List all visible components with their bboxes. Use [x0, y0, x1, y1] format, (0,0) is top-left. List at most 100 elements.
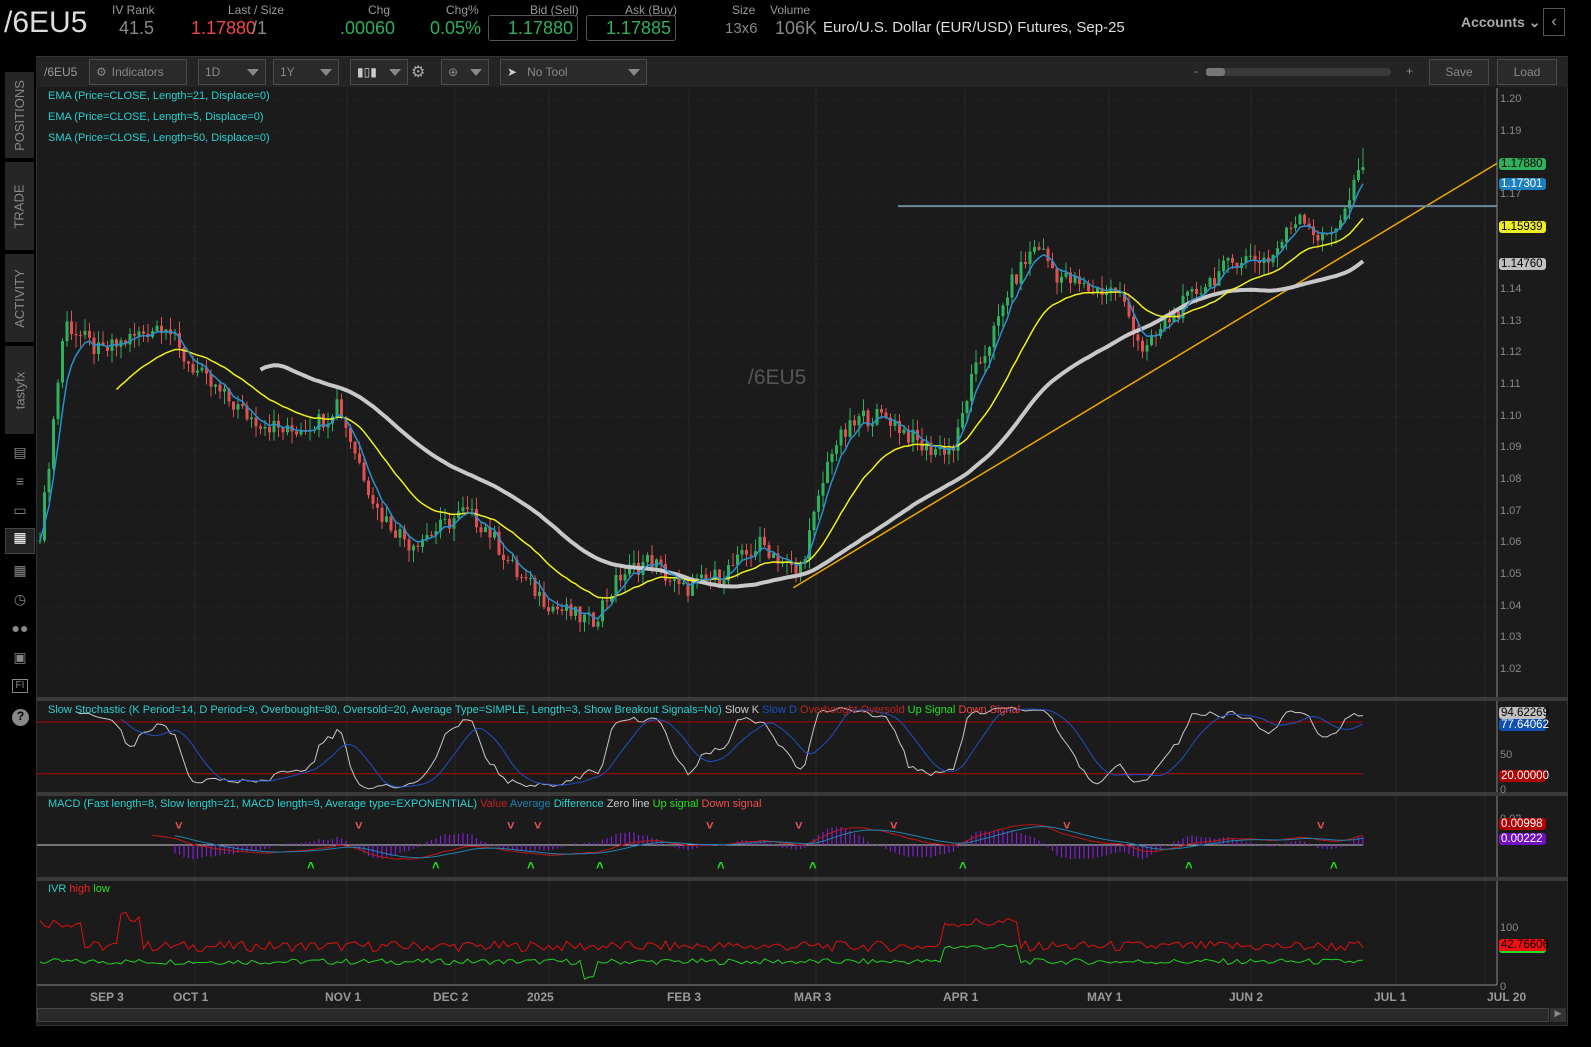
candle-up	[875, 408, 879, 425]
candle-up	[137, 331, 141, 336]
candle-down	[605, 600, 609, 602]
candle-down	[362, 462, 366, 481]
candle-down	[1024, 261, 1027, 265]
candle-up	[412, 545, 415, 551]
ema21-badge: 1.15939	[1499, 221, 1546, 233]
panel-divider	[37, 792, 1568, 796]
study-sma50-label[interactable]: SMA (Price=CLOSE, Length=50, Displace=0)	[48, 132, 270, 144]
candle-up	[839, 429, 843, 446]
candle-up	[988, 347, 991, 356]
candle-up	[65, 321, 69, 342]
candle-up	[1357, 170, 1360, 180]
macd-average-line	[174, 825, 1364, 859]
macd-legend: MACD (Fast length=8, Slow length=21, MAC…	[48, 798, 762, 810]
down-signal-icon: ˅	[706, 818, 714, 833]
candle-up	[83, 330, 87, 336]
ivr-badge: 42.76606	[1499, 939, 1549, 953]
ivr-legend: IVR high low	[48, 883, 110, 895]
candle-down	[794, 564, 798, 574]
candle-down	[578, 606, 582, 623]
candle-up	[484, 527, 487, 533]
candle-up	[1163, 319, 1167, 329]
candle-up	[551, 606, 555, 612]
price-axis-label: 1.13	[1500, 314, 1522, 327]
candle-down	[506, 559, 510, 561]
candle-up	[443, 518, 447, 520]
candle-up	[722, 580, 726, 585]
time-axis-label: SEP 3	[90, 990, 124, 1004]
candle-up	[317, 414, 321, 430]
candle-down	[560, 609, 564, 611]
price-axis-label: 1.09	[1500, 441, 1522, 454]
study-ema21-label[interactable]: EMA (Price=CLOSE, Length=21, Displace=0)	[48, 90, 270, 102]
candle-down	[745, 550, 748, 555]
candle-down	[731, 565, 735, 567]
candle-up	[1010, 274, 1014, 298]
time-axis-label: JUL 20	[1487, 990, 1527, 1004]
candle-down	[88, 330, 91, 338]
candle-down	[133, 333, 136, 336]
up-signal-icon: ˄	[1185, 858, 1193, 873]
candle-up	[538, 591, 541, 597]
candle-up	[830, 453, 834, 462]
candle-down	[254, 417, 258, 427]
candle-down	[232, 401, 235, 410]
down-signal-icon: ˅	[890, 818, 898, 833]
candle-down	[1213, 278, 1216, 286]
price-axis-label: 1.12	[1500, 346, 1522, 359]
candle-up	[740, 550, 744, 555]
price-axis-label: 1.05	[1500, 568, 1522, 581]
candle-down	[79, 335, 82, 337]
candle-down	[407, 539, 411, 551]
price-axis-label: 1.04	[1500, 599, 1522, 612]
candle-up	[385, 516, 388, 522]
candle-up	[299, 430, 303, 435]
candle-up	[682, 582, 685, 585]
up-signal-icon: ˄	[307, 858, 315, 873]
candle-down	[1136, 334, 1140, 341]
time-axis-label: JUL 1	[1374, 990, 1407, 1004]
candle-down	[1231, 258, 1234, 263]
candle-up	[965, 401, 969, 414]
candle-up	[1145, 345, 1149, 352]
candle-up	[1060, 276, 1063, 283]
scroll-right-button[interactable]: ▶	[1550, 1008, 1566, 1022]
study-ema5-label[interactable]: EMA (Price=CLOSE, Length=5, Displace=0)	[48, 111, 264, 123]
candle-down	[547, 607, 550, 612]
candle-up	[155, 325, 159, 332]
candle-down	[187, 361, 190, 364]
down-signal-icon: ˅	[534, 818, 542, 833]
candle-down	[704, 574, 708, 579]
candle-down	[259, 426, 262, 429]
candle-up	[1249, 255, 1252, 257]
candle-up	[997, 316, 1000, 326]
candle-up	[1226, 258, 1230, 261]
candle-up	[970, 373, 973, 402]
watermark: /6EU5	[748, 366, 807, 389]
candle-up	[1190, 289, 1194, 292]
price-axis-label: 1.20	[1500, 93, 1522, 105]
down-signal-icon: ˅	[507, 818, 515, 833]
candle-down	[358, 453, 361, 463]
candle-down	[353, 441, 357, 454]
candle-up	[1222, 260, 1225, 272]
candle-down	[1055, 268, 1059, 283]
candle-up	[1321, 233, 1324, 241]
candle-up	[470, 509, 474, 511]
candle-down	[466, 507, 469, 510]
up-signal-icon: ˄	[959, 858, 967, 873]
candle-up	[200, 367, 204, 371]
price-chart[interactable]: ˅ ˅ ˅ ˅ ˅ ˅ ˅ ˅ ˅ ˄ ˄ ˄ ˄ ˄ ˄ ˄ ˄ ˄	[0, 0, 1591, 1047]
candle-down	[763, 536, 766, 545]
candle-up	[826, 461, 829, 483]
candle-down	[1015, 274, 1018, 284]
candle-down	[1037, 246, 1041, 250]
horizontal-scrollbar[interactable]	[37, 1008, 1549, 1022]
sma50-badge: 1.14760	[1499, 258, 1546, 270]
up-signal-icon: ˄	[717, 858, 725, 873]
ivr-low-line	[39, 943, 1364, 980]
candle-up	[1352, 179, 1356, 201]
candle-up	[263, 426, 267, 429]
candle-up	[43, 492, 46, 541]
time-axis-label: 2025	[527, 990, 554, 1004]
